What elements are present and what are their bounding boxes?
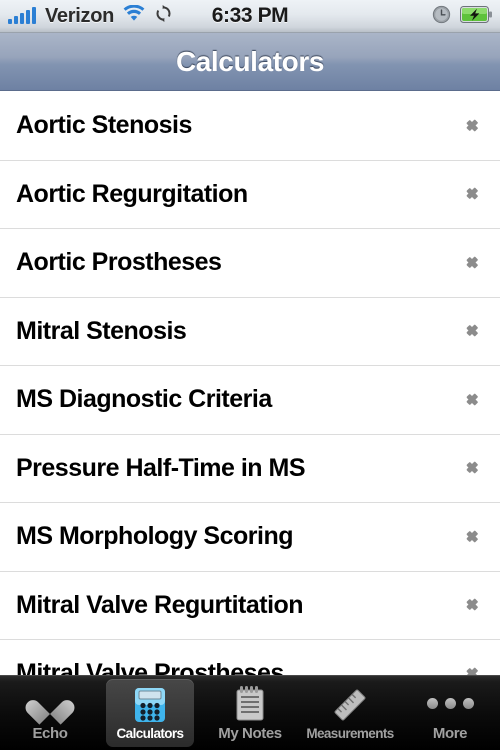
- chevron-right-icon: [464, 588, 486, 622]
- list-item[interactable]: Aortic Prostheses: [0, 229, 500, 298]
- tab-label: My Notes: [218, 724, 282, 742]
- ellipsis-icon: [426, 685, 474, 723]
- chevron-right-icon: [464, 520, 486, 554]
- tab-label: More: [432, 724, 468, 742]
- list-item[interactable]: Aortic Regurgitation: [0, 160, 500, 229]
- carrier-label: Verizon: [45, 4, 115, 27]
- signal-bars-icon: [8, 7, 36, 24]
- tab-label: Measurements: [306, 725, 394, 741]
- list-item-label: Aortic Regurgitation: [16, 179, 248, 208]
- status-bar: Verizon 6:33 PM: [0, 0, 500, 33]
- list-item-label: Aortic Stenosis: [16, 111, 192, 140]
- alarm-clock-icon: [432, 5, 451, 29]
- tab-echo[interactable]: Echo: [0, 676, 100, 750]
- tab-calculators[interactable]: Calculators: [100, 676, 200, 750]
- notepad-icon: [230, 685, 270, 723]
- calculator-icon: [130, 686, 170, 724]
- list-item[interactable]: MS Morphology Scoring: [0, 503, 500, 572]
- chevron-right-icon: [464, 109, 486, 143]
- heart-icon: [30, 685, 70, 723]
- app-screen: Verizon 6:33 PM Calculators Aortic Steno…: [0, 0, 500, 750]
- sync-rotate-icon: [154, 4, 173, 28]
- list-item-label: Mitral Stenosis: [16, 316, 187, 345]
- tab-bar[interactable]: Echo Calculators My Notes Measurements More: [0, 675, 500, 750]
- chevron-right-icon: [464, 246, 486, 280]
- battery-charging-icon: [460, 5, 492, 28]
- chevron-right-icon: [464, 383, 486, 417]
- chevron-right-icon: [464, 177, 486, 211]
- ruler-icon: [330, 686, 370, 724]
- calculators-list[interactable]: Aortic Stenosis Aortic Regurgitation Aorti…: [0, 92, 500, 675]
- status-bar-left: Verizon: [8, 4, 173, 28]
- status-bar-right: [432, 0, 492, 33]
- list-item[interactable]: Aortic Stenosis: [0, 92, 500, 161]
- list-item[interactable]: Pressure Half-Time in MS: [0, 434, 500, 503]
- chevron-right-icon: [464, 657, 486, 675]
- list-item[interactable]: MS Diagnostic Criteria: [0, 366, 500, 435]
- navigation-bar: Calculators: [0, 33, 500, 91]
- chevron-right-icon: [464, 451, 486, 485]
- list-item[interactable]: Mitral Valve Regurtitation: [0, 571, 500, 640]
- list-item-label: Pressure Half-Time in MS: [16, 453, 306, 482]
- tab-label: Echo: [32, 724, 68, 742]
- chevron-right-icon: [464, 314, 486, 348]
- list-item-label: Mitral Valve Prostheses: [16, 659, 284, 675]
- tab-my-notes[interactable]: My Notes: [200, 676, 300, 750]
- list-item-label: MS Morphology Scoring: [16, 522, 294, 551]
- list-item[interactable]: Mitral Stenosis: [0, 297, 500, 366]
- tab-measurements[interactable]: Measurements: [300, 676, 400, 750]
- list-item-label: Mitral Valve Regurtitation: [16, 590, 304, 619]
- wifi-icon: [123, 4, 145, 27]
- list-item[interactable]: Mitral Valve Prostheses: [0, 640, 500, 675]
- list-item-label: Aortic Prostheses: [16, 248, 222, 277]
- list-item-label: MS Diagnostic Criteria: [16, 385, 272, 414]
- tab-label: Calculators: [116, 725, 185, 741]
- tab-more[interactable]: More: [400, 676, 500, 750]
- page-title: Calculators: [175, 45, 325, 77]
- status-bar-clock: 6:33 PM: [211, 4, 289, 27]
